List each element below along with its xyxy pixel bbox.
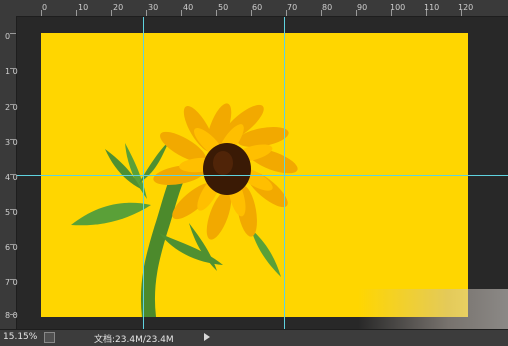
ruler-tick (391, 10, 392, 16)
ruler-top-label: 60 (252, 3, 263, 12)
ruler-top-label: 100 (390, 3, 406, 12)
ruler-tick (426, 10, 427, 16)
ruler-top-label: 0 (42, 3, 48, 12)
ruler-tick (10, 139, 16, 140)
ruler-tick (286, 10, 287, 16)
ruler-tick (181, 10, 182, 16)
ruler-top-label: 80 (322, 3, 333, 12)
ruler-top-label: 20 (113, 3, 124, 12)
ruler-top-label: 30 (148, 3, 159, 12)
ruler-left-label: 0 (5, 32, 11, 41)
ruler-top-label: 90 (357, 3, 368, 12)
ruler-top-label: 70 (287, 3, 298, 12)
guide-vertical-right[interactable] (284, 17, 285, 329)
ruler-tick (216, 10, 217, 16)
watermark-blur (358, 289, 508, 331)
ruler-tick (251, 10, 252, 16)
ruler-tick (321, 10, 322, 16)
ruler-tick (41, 10, 42, 16)
ruler-tick (461, 10, 462, 16)
ruler-tick (356, 10, 357, 16)
document-info: 文档:23.4M/23.4M (94, 335, 174, 345)
ruler-top-label: 10 (78, 3, 89, 12)
ruler-tick (10, 33, 16, 34)
guide-horizontal[interactable] (17, 175, 508, 176)
zoom-level[interactable]: 15.15% (3, 332, 37, 342)
ruler-tick (10, 209, 16, 210)
status-bar: 15.15% 文档:23.4M/23.4M (0, 329, 508, 346)
ruler-left-label: 6 0 (5, 243, 18, 252)
ruler-tick (111, 10, 112, 16)
ruler-tick (10, 104, 16, 105)
ruler-left-label: 4 0 (5, 173, 18, 182)
ruler-tick (146, 10, 147, 16)
ruler-tick (10, 314, 16, 315)
ruler-top-label: 50 (218, 3, 229, 12)
ruler-tick (10, 244, 16, 245)
ruler-top-label: 40 (183, 3, 194, 12)
navigator-icon[interactable] (44, 332, 55, 343)
play-arrow-icon[interactable] (204, 333, 210, 341)
ruler-tick (10, 174, 16, 175)
ruler-left-label: 2 0 (5, 103, 18, 112)
guide-vertical-left[interactable] (143, 17, 144, 329)
ruler-left-label: 5 0 (5, 208, 18, 217)
ruler-tick (10, 68, 16, 69)
ruler-left-label: 7 0 (5, 278, 18, 287)
ruler-tick (76, 10, 77, 16)
ruler-left-label: 3 0 (5, 138, 18, 147)
ruler-tick (10, 279, 16, 280)
ruler-left-label: 1 0 (5, 67, 18, 76)
